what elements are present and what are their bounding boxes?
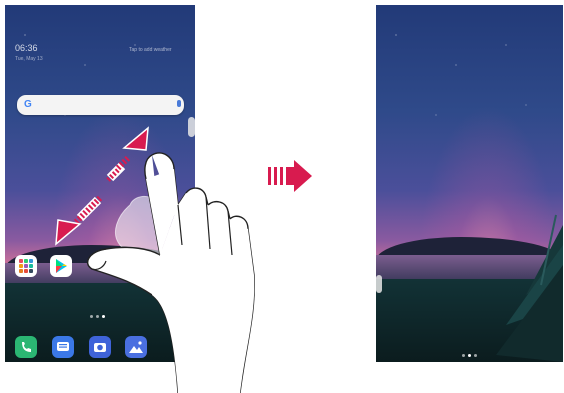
hand-illustration — [87, 152, 255, 393]
play-store-icon[interactable] — [50, 255, 72, 277]
google-icon: G — [24, 99, 32, 110]
clock: 06:36 — [15, 43, 38, 53]
search-bar[interactable]: G — [17, 95, 184, 115]
date: Tue, May 13 — [15, 56, 43, 62]
edge-panel-handle[interactable] — [376, 275, 382, 293]
edge-panel-handle[interactable] — [188, 117, 195, 137]
phone-icon[interactable] — [15, 336, 37, 358]
page-indicator — [462, 354, 465, 357]
page-indicator — [474, 354, 477, 357]
folder-icon[interactable] — [15, 255, 37, 277]
home-screen-after — [376, 5, 563, 362]
transition-arrow-icon — [268, 160, 312, 192]
page-indicator — [468, 354, 471, 357]
mic-icon[interactable] — [177, 100, 181, 107]
weather-hint[interactable]: Tap to add weather — [129, 47, 172, 53]
palm-leaves — [496, 214, 563, 362]
